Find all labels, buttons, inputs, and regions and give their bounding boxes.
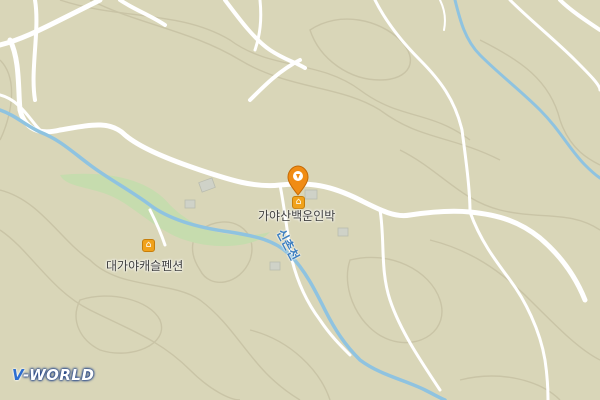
poi-label-gayasan[interactable]: 가야산백운인박 [258,207,335,224]
hotel-icon[interactable]: ⌂ [142,239,155,252]
logo-text: -WORLD [23,366,95,384]
vworld-logo: V-WORLD [12,366,94,384]
poi-label-castle-pension[interactable]: 대가야캐슬펜션 [106,257,183,274]
map-view[interactable]: ⌂ 가야산백운인박 ⌂ 대가야캐슬펜션 신촌천 V-WORLD [0,0,600,400]
logo-prefix: V [12,366,24,384]
